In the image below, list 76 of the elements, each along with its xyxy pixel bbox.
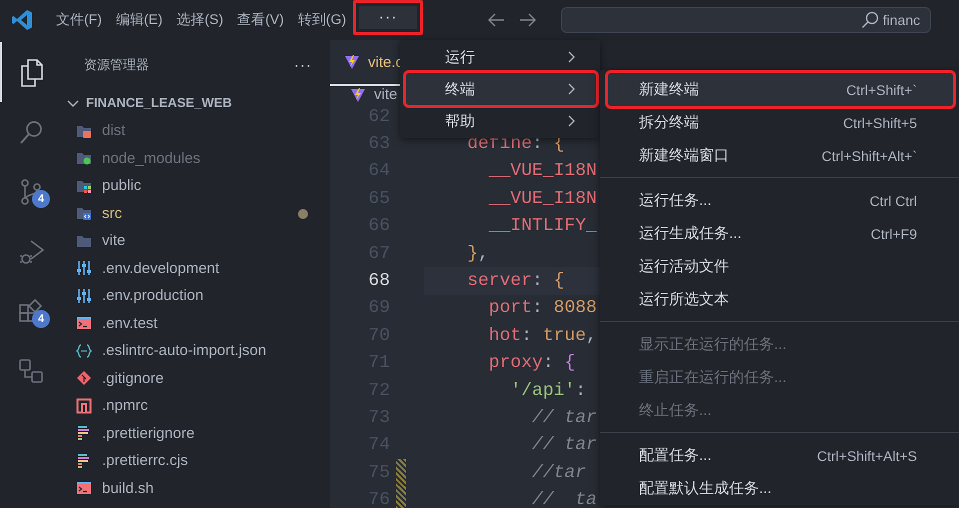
code-line: port: 8088 (488, 298, 597, 318)
code-line: __INTLIFY_ (488, 216, 597, 236)
menu-item[interactable]: 编辑(E) (112, 7, 166, 33)
code-line: // tar (531, 408, 597, 428)
bolt-icon (344, 54, 360, 70)
stripes-icon (76, 452, 92, 469)
code-line: '/api': (509, 380, 586, 401)
menu-item[interactable]: 查看(V) (234, 7, 287, 33)
file-tree-item[interactable]: .eslintrc-auto-import.json (102, 342, 266, 360)
menu-item[interactable]: 新建终端窗口 Ctrl+Shift+Alt+` (608, 139, 953, 172)
code-line: //tar (531, 462, 586, 483)
file-tree-item[interactable]: public (102, 177, 142, 194)
stripes-icon (76, 425, 92, 442)
file-tree-item[interactable]: .env.test (102, 314, 158, 332)
shortcut: Ctrl+Shift+Alt+` (822, 148, 917, 164)
menu-item[interactable]: 配置默认生成任务... (608, 472, 953, 505)
shortcut: Ctrl+Shift+Alt+S (817, 448, 917, 464)
menu-item[interactable]: 运行生成任务... Ctrl+F9 (608, 217, 953, 250)
modified-dot (298, 208, 308, 218)
code-line: server: { (466, 271, 564, 292)
forward-icon[interactable] (519, 12, 538, 28)
menu-item[interactable]: 终端 (406, 73, 596, 105)
square-icon (76, 398, 92, 414)
menu-item[interactable]: 运行 (406, 41, 596, 73)
sliders-icon (76, 288, 92, 304)
code-line: hot: true, (488, 326, 597, 346)
file-tree-item[interactable]: build.sh (102, 480, 154, 497)
line-number: 68 (367, 271, 390, 292)
file-tree-item[interactable]: .prettierrc.cjs (102, 452, 188, 470)
menu-item[interactable]: 新建终端 Ctrl+Shift+` (608, 73, 953, 106)
menu-item[interactable]: 配置任务... Ctrl+Shift+Alt+S (608, 439, 953, 472)
shortcut: Ctrl+Shift+` (846, 82, 917, 98)
file-tree-item[interactable]: .prettierignore (102, 424, 195, 442)
diamond-icon (76, 370, 92, 386)
file-tree-item[interactable]: .npmrc (102, 397, 148, 414)
menu-item[interactable]: 选择(S) (174, 7, 226, 33)
file-tree-item[interactable]: .env.production (102, 287, 204, 304)
braces-icon (76, 342, 92, 359)
menu-item[interactable]: 帮助 (406, 105, 596, 137)
code-line: // tar (531, 435, 597, 456)
code-line: }, (466, 244, 489, 264)
activity-tab[interactable]: 4 (0, 282, 60, 342)
breadcrumb[interactable]: vite (374, 86, 398, 103)
count-badge: 4 (32, 190, 50, 208)
back-icon[interactable] (487, 12, 506, 28)
menu-item[interactable]: 文件(F) (53, 7, 105, 33)
code-line: proxy: { (488, 353, 576, 374)
shortcut: Ctrl+F9 (870, 226, 917, 242)
bolt-icon (350, 86, 366, 102)
code-line: // ta (531, 490, 597, 508)
folder-icon (76, 205, 92, 222)
shortcut: Ctrl+Shift+5 (843, 114, 917, 130)
file-tree-item[interactable]: vite (102, 232, 126, 250)
vscode-logo-icon (11, 9, 33, 31)
activity-tab[interactable]: 4 (0, 162, 60, 222)
folder-icon (76, 150, 92, 166)
panel-title: 资源管理器 (84, 56, 149, 74)
terminal-icon (76, 480, 92, 496)
search-field[interactable]: financ (561, 7, 932, 33)
shortcut: Ctrl Ctrl (870, 192, 917, 208)
menu-item[interactable]: 运行活动文件 (608, 250, 953, 283)
file-tree-item[interactable]: .env.development (102, 260, 220, 277)
menu-item[interactable]: 运行任务... Ctrl Ctrl (608, 184, 953, 217)
code-line: __VUE_I18N (488, 188, 597, 209)
search-icon (860, 11, 879, 29)
file-tree-item[interactable]: .gitignore (102, 370, 164, 387)
terminal-icon (76, 315, 92, 332)
count-badge: 4 (32, 310, 50, 328)
menu-item[interactable]: 拆分终端 Ctrl+Shift+5 (608, 106, 953, 139)
code-line: __VUE_I18N (488, 161, 597, 182)
file-tree-item[interactable]: src (102, 204, 122, 222)
sliders-icon (76, 260, 92, 276)
more-menu-button[interactable]: ··· (353, 0, 424, 35)
menu-item[interactable]: 运行所选文本 (608, 283, 953, 316)
menu-item[interactable]: 转到(G) (294, 7, 350, 33)
more-actions-button[interactable]: ··· (294, 56, 312, 74)
